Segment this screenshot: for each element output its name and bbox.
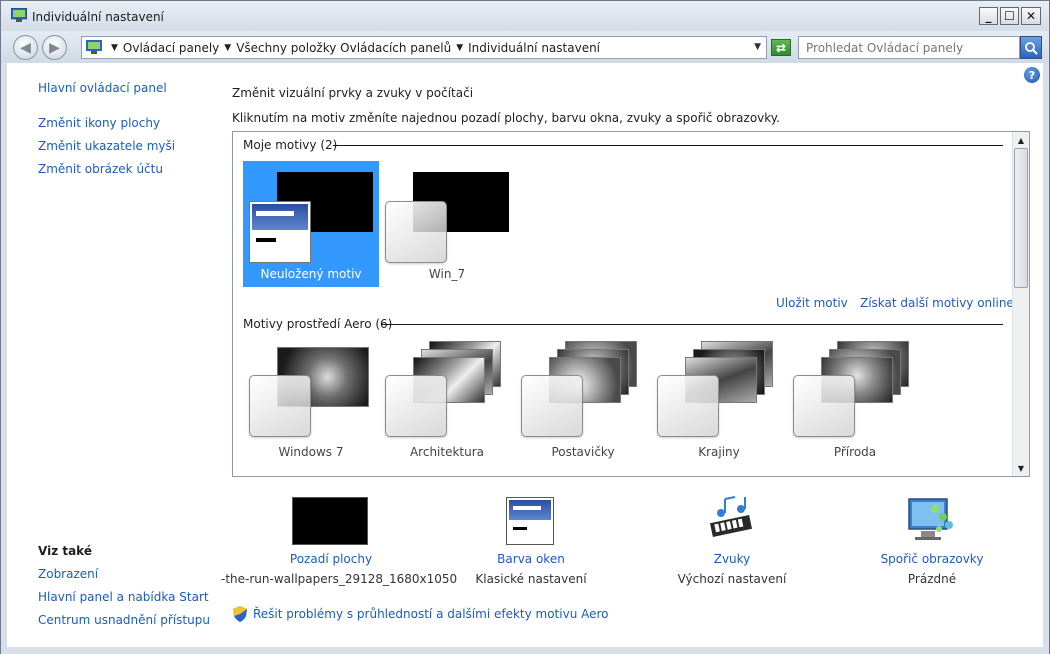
- see-also-heading: Viz také: [38, 544, 92, 558]
- theme-item-nature[interactable]: Příroda: [787, 337, 923, 463]
- maximize-button[interactable]: ☐: [1000, 7, 1019, 25]
- sidebar-link-control-panel-home[interactable]: Hlavní ovládací panel: [38, 81, 167, 95]
- theme-item-unsaved[interactable]: Neuložený motiv: [243, 161, 379, 287]
- sidebar-link-account-picture[interactable]: Změnit obrázek účtu: [38, 162, 163, 176]
- scrollbar-thumb[interactable]: [1014, 148, 1028, 288]
- breadcrumb-item-control-panel[interactable]: Ovládací panely: [123, 41, 219, 55]
- theme-name: Příroda: [833, 445, 877, 459]
- theme-name: Krajiny: [698, 445, 740, 459]
- theme-window-color-preview: [249, 201, 311, 263]
- control-panel-icon: [86, 40, 102, 54]
- see-also-taskbar[interactable]: Hlavní panel a nabídka Start: [38, 590, 209, 604]
- my-themes-header: Moje motivy (2): [243, 138, 337, 152]
- window-bottom-border: [1, 647, 1049, 654]
- page-description: Kliknutím na motiv změníte najednou poza…: [232, 111, 780, 125]
- address-bar[interactable]: ▼ Ovládací panely ▼ Všechny položky Ovlá…: [81, 36, 767, 59]
- theme-glass-preview: [657, 375, 719, 437]
- breadcrumb-item-personalization[interactable]: Individuální nastavení: [468, 41, 600, 55]
- music-notes-icon[interactable]: [707, 495, 757, 547]
- see-also-display[interactable]: Zobrazení: [38, 567, 98, 581]
- search-button[interactable]: [1020, 36, 1042, 59]
- desktop-background-value: -the-run-wallpapers_29128_1680x1050: [221, 572, 458, 586]
- title-bar[interactable]: Individuální nastavení _ ☐ ✕: [1, 1, 1049, 31]
- aero-themes-header: Motivy prostředí Aero (6): [243, 317, 392, 331]
- minimize-button[interactable]: _: [979, 7, 998, 25]
- screensaver-value: Prázdné: [907, 572, 957, 586]
- search-input[interactable]: [806, 41, 1016, 55]
- window-color-link[interactable]: Barva oken: [431, 552, 631, 566]
- control-panel-icon: [11, 8, 27, 22]
- personalization-window: Individuální nastavení _ ☐ ✕ ◀ ▶ ▼ Ovlád…: [0, 0, 1050, 654]
- save-theme-link[interactable]: Uložit motiv: [776, 296, 848, 310]
- theme-glass-preview: [249, 375, 311, 437]
- breadcrumb-item-all-items[interactable]: Všechny položky Ovládacích panelů: [236, 41, 451, 55]
- window-color-value: Klasické nastavení: [475, 572, 587, 586]
- scroll-down-icon[interactable]: ▼: [1013, 460, 1029, 476]
- aero-troubleshoot[interactable]: Řešit problémy s průhledností a dalšími …: [233, 606, 609, 622]
- desktop-background-icon[interactable]: [292, 497, 368, 545]
- theme-name: Win_7: [428, 267, 466, 281]
- close-button[interactable]: ✕: [1021, 7, 1041, 25]
- navigation-bar: ◀ ▶ ▼ Ovládací panely ▼ Všechny položky …: [1, 31, 1049, 63]
- back-button[interactable]: ◀: [13, 35, 38, 60]
- theme-item-landscapes[interactable]: Krajiny: [651, 337, 787, 463]
- screensaver-icon[interactable]: [905, 495, 957, 547]
- window-title: Individuální nastavení: [32, 10, 164, 24]
- forward-arrow-icon: ▶: [49, 39, 60, 56]
- group-divider: [333, 145, 1003, 146]
- my-themes-header-label: Moje motivy (2): [243, 138, 338, 152]
- breadcrumb-arrow-icon[interactable]: ▼: [456, 43, 463, 53]
- sidebar-link-desktop-icons[interactable]: Změnit ikony plochy: [38, 116, 160, 130]
- theme-item-win7[interactable]: Win_7: [379, 161, 515, 287]
- theme-glass-preview: [521, 375, 583, 437]
- theme-item-characters[interactable]: Postavičky: [515, 337, 651, 463]
- search-icon: [1025, 41, 1038, 55]
- theme-glass-preview: [793, 375, 855, 437]
- breadcrumb-arrow-icon[interactable]: ▼: [111, 43, 118, 53]
- theme-name: Windows 7: [278, 445, 344, 459]
- sounds-value: Výchozí nastavení: [677, 572, 787, 586]
- help-icon[interactable]: ?: [1024, 67, 1040, 83]
- page-title: Změnit vizuální prvky a zvuky v počítači: [232, 86, 474, 100]
- back-arrow-icon: ◀: [20, 39, 31, 56]
- desktop-background-link[interactable]: Pozadí plochy: [231, 552, 431, 566]
- forward-button[interactable]: ▶: [42, 35, 67, 60]
- breadcrumb-arrow-icon[interactable]: ▼: [224, 43, 231, 53]
- sidebar-link-mouse-pointers[interactable]: Změnit ukazatele myši: [38, 139, 175, 153]
- window-color-icon[interactable]: [506, 497, 554, 545]
- window-controls: _ ☐ ✕: [979, 7, 1041, 25]
- theme-name: Postavičky: [551, 445, 615, 459]
- content-area: ? Hlavní ovládací panel Změnit ikony plo…: [7, 63, 1043, 647]
- sounds-link[interactable]: Zvuky: [632, 552, 832, 566]
- group-divider: [381, 324, 1003, 325]
- aero-themes-header-label: Motivy prostředí Aero (6): [243, 317, 393, 331]
- search-field[interactable]: [798, 36, 1020, 59]
- theme-item-windows7[interactable]: Windows 7: [243, 337, 379, 463]
- shield-icon: [233, 606, 247, 622]
- theme-name: Neuložený motiv: [260, 267, 362, 281]
- aero-troubleshoot-link[interactable]: Řešit problémy s průhledností a dalšími …: [253, 607, 609, 621]
- screensaver-link[interactable]: Spořič obrazovky: [832, 552, 1032, 566]
- theme-name: Architektura: [409, 445, 485, 459]
- refresh-button[interactable]: ⇄: [771, 39, 791, 56]
- theme-list: Moje motivy (2) Neuložený motiv Win_7 Ul…: [232, 131, 1030, 477]
- theme-glass-preview: [385, 201, 447, 263]
- refresh-icon: ⇄: [775, 40, 787, 55]
- breadcrumb: ▼ Ovládací panely ▼ Všechny položky Ovlá…: [106, 41, 600, 55]
- address-dropdown-icon[interactable]: ▼: [754, 42, 761, 52]
- scroll-up-icon[interactable]: ▲: [1013, 132, 1029, 148]
- more-themes-online-link[interactable]: Získat další motivy online: [860, 296, 1014, 310]
- theme-glass-preview: [385, 375, 447, 437]
- see-also-ease-of-access[interactable]: Centrum usnadnění přístupu: [38, 613, 210, 627]
- theme-list-scrollbar[interactable]: ▲ ▼: [1012, 132, 1029, 476]
- theme-item-architecture[interactable]: Architektura: [379, 337, 515, 463]
